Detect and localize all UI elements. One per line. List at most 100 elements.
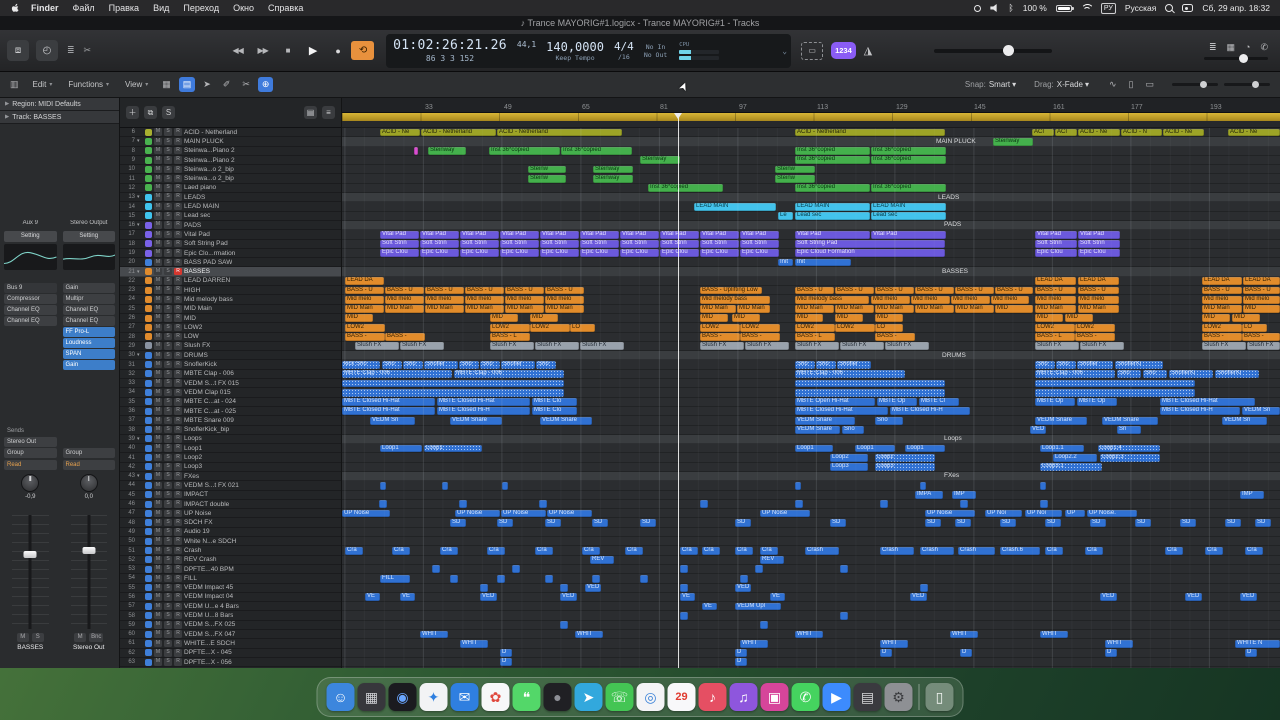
region[interactable]: Sno [1035,360,1055,369]
arrange-row-10[interactable]: Steinw Steinway Steinw [342,165,1280,175]
arrange-row-11[interactable]: Steinw Steinway Steinw [342,174,1280,184]
solo-button[interactable]: S [164,156,172,164]
input-source-label[interactable]: Русская [1125,3,1157,13]
track-header-57[interactable]: 57 M S R VEDM U...e 4 Bars [120,602,341,612]
region[interactable] [450,574,458,583]
arrange-row-23[interactable]: BASS - U BASS - U BASS - U BASS - U BASS - U… [342,286,1280,296]
region[interactable]: VEDM Snare [540,416,592,425]
region[interactable]: BASS - [740,333,780,341]
quick-help-icon[interactable]: ≣ [67,45,75,56]
window-title-bar[interactable]: ♪ Trance MAYORIG#1.logicx - Trance MAYOR… [0,16,1280,30]
arrange-row-55[interactable]: VED VED [342,584,1280,593]
arrange-row-42[interactable]: Loop3 Loop3 Loop3.1 [342,463,1280,472]
region[interactable]: Epic Clou [580,249,619,258]
region[interactable]: Soft Strin [740,240,779,248]
zoom-slider-v[interactable] [1224,81,1270,88]
track-header-14[interactable]: 14 M S R LEAD MAIN [120,202,341,212]
volume-icon[interactable] [990,4,997,12]
arrange-row-6[interactable]: ACID - Ne ACID - Netherland ACID - Netherl… [342,128,1280,138]
solo-button[interactable]: S [164,528,172,536]
folder-disclosure-icon[interactable]: ▾ [137,194,143,200]
track-header-63[interactable]: 63 M S R DPFTE...X - 056 [120,658,341,668]
track-header-34[interactable]: 34 M S R VEDM Clap 015 [120,388,341,398]
region[interactable]: Slush FX [580,342,624,351]
region[interactable]: MID Main [700,305,736,313]
region[interactable]: WHIT [880,639,908,648]
region[interactable]: Cra [1085,546,1103,555]
region[interactable]: Loop2.3 [1100,453,1160,462]
mute-button[interactable]: M [154,574,162,583]
region[interactable]: Le [778,212,793,220]
region[interactable]: BASS - U [1035,286,1076,295]
region[interactable]: MBTE Closed Hi-Hat [437,398,530,406]
arrange-row-50[interactable] [342,537,1280,547]
region[interactable]: Lead sec [795,212,870,220]
solo-button[interactable]: S [164,425,172,434]
bounce-button[interactable]: Bnc [89,633,104,642]
automation-mode-slot[interactable]: Read [4,460,57,470]
record-enable-button[interactable]: R [174,621,182,629]
arrange-row-17[interactable]: Vital Pad Vital Pad Vital Pad Vital Pad Vita… [342,230,1280,240]
region[interactable]: Vital Pad [1078,230,1120,239]
record-enable-button[interactable]: R [174,658,182,666]
region[interactable]: LOW2 [1035,323,1075,332]
mute-button[interactable]: M [154,444,162,452]
region[interactable]: BASS - U [345,286,384,295]
bar-ruler[interactable]: 33 49 65 81 97 113 129 145 161 177 193 [342,98,1280,113]
pan-knob[interactable] [21,474,40,492]
region[interactable]: VED [735,584,751,592]
mute-button[interactable]: M [154,239,162,248]
mute-button[interactable]: M [154,388,162,397]
arrange-row-63[interactable]: DD [342,658,1280,668]
arrange-row-9[interactable]: Steinway Inst 36*copied Inst 36*copied [342,156,1280,166]
region[interactable]: Slush FX [840,342,884,351]
region[interactable]: Steinw [775,165,815,174]
region[interactable] [560,584,568,592]
dock-whatsapp-icon[interactable]: ☏ [605,683,634,711]
track-header-24[interactable]: 24 M S R Mid melody bass [120,295,341,305]
region[interactable]: Loop1.4 [1098,444,1160,453]
region[interactable]: SD [1045,518,1061,527]
arrange-row-28[interactable]: BASS - BASS - BASS - L BASS - BASS - BASS - L… [342,333,1280,342]
region[interactable] [414,147,418,155]
mute-button[interactable]: M [154,156,162,164]
arrange-row-57[interactable]: VE VEDM Upl [342,602,1280,612]
dock-zoom-icon[interactable]: ▶ [822,683,851,711]
forward-button[interactable]: ▶▶ [251,41,274,60]
solo-button[interactable]: S [164,360,172,369]
arrange-row-19[interactable]: Epic Clou Epic Clou Epic Clou Epic Clou Epic… [342,249,1280,259]
mute-button[interactable]: M [154,658,162,666]
solo-button[interactable]: S [164,537,172,545]
plugin-slot[interactable]: Channel EQ [62,305,115,315]
region[interactable]: Sno [480,360,500,369]
plugin-slot[interactable]: FF Pro-L [62,327,115,337]
arrange-row-48[interactable]: SD SD SD SD SD SD SD SD SD SD SD SD SD SD SD SD [342,518,1280,528]
region[interactable]: LO [1242,323,1267,332]
folder-summary-label[interactable]: DRUMS [940,352,984,360]
track-header-20[interactable]: 20 M S R BASS PAD SAW [120,258,341,268]
region[interactable]: Sno [459,360,479,369]
region[interactable]: BASS - U [385,286,424,295]
region[interactable]: VED [1030,426,1046,434]
region[interactable]: Soft Strin [1035,240,1077,248]
dock-app-dark-icon[interactable]: ● [543,683,572,711]
region[interactable] [480,584,488,592]
region[interactable]: MBTE Clap - 006 [454,370,564,379]
folder-disclosure-icon[interactable]: ▾ [137,473,143,479]
region[interactable]: MBTE Clo [532,407,577,416]
track-header-16[interactable]: 16 ▾ M S R PADS [120,221,341,231]
solo-button[interactable]: S [164,202,172,211]
region[interactable]: BASS - U [425,286,464,295]
region[interactable]: VED [1185,593,1202,602]
solo-button[interactable]: S [164,509,172,518]
track-header-31[interactable]: 31 M S R SnoflerKick [120,360,341,370]
lcd-timecode[interactable]: 01:02:26:21.26 [393,38,507,53]
dock-mail-icon[interactable]: ✉ [450,683,479,711]
setting-button[interactable]: Setting [62,231,115,242]
track-header-18[interactable]: 18 M S R Soft String Pad [120,239,341,249]
solo-button[interactable]: S [164,258,172,267]
region[interactable]: VE [365,593,380,602]
arrange-row-37[interactable]: VEDM Sn VEDM Snare VEDM Snare VEDM Snare Sno… [342,416,1280,426]
region[interactable]: BASS - [1202,333,1242,341]
region[interactable]: MBTE Clap - 006 [342,370,452,379]
